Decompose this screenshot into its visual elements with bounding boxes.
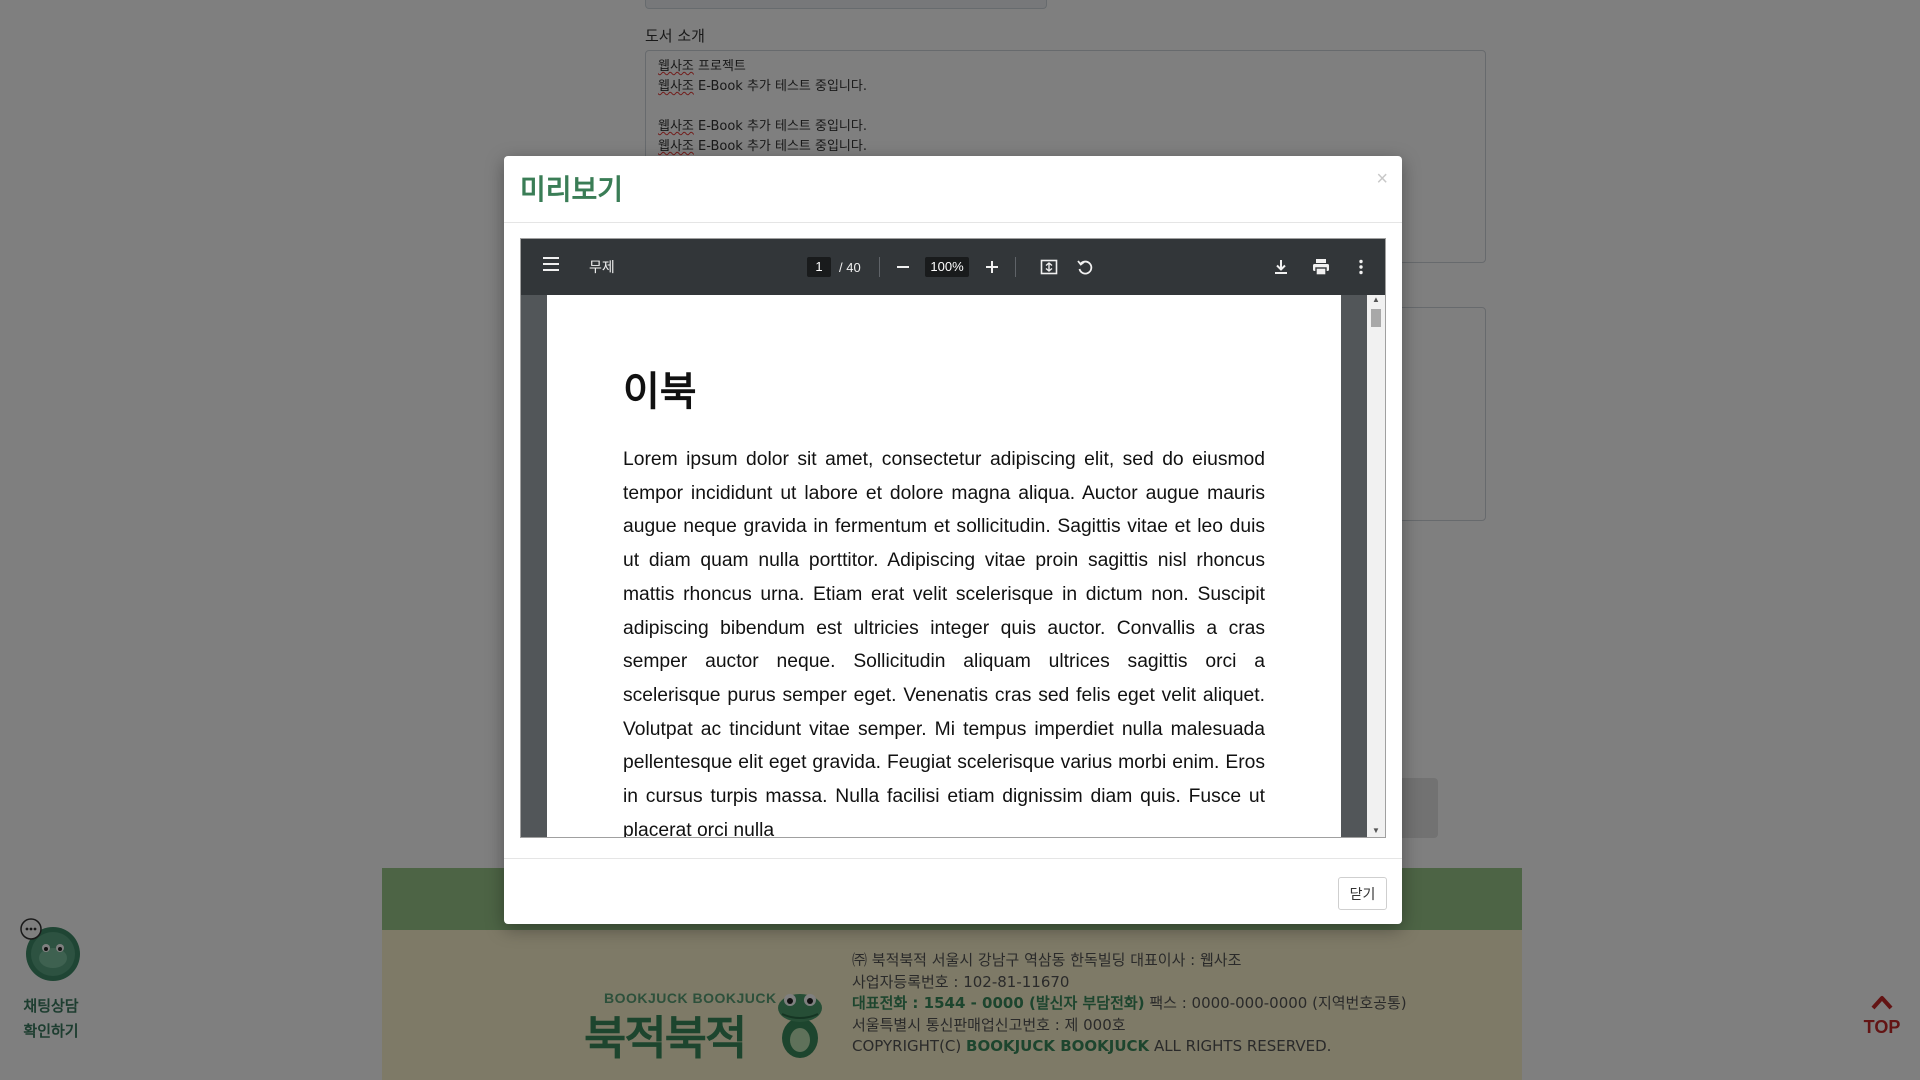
rotate-icon	[1077, 260, 1093, 275]
rotate-button[interactable]	[1071, 253, 1099, 281]
pdf-page-area[interactable]: 이북 Lorem ipsum dolor sit amet, consectet…	[521, 295, 1385, 837]
download-icon	[1275, 260, 1287, 274]
print-icon	[1313, 259, 1329, 276]
modal-title: 미리보기	[520, 173, 624, 206]
zoom-out-button[interactable]	[889, 253, 917, 281]
scrollbar-thumb[interactable]	[1371, 309, 1381, 327]
pdf-scrollbar[interactable]: ▲ ▼	[1367, 295, 1385, 837]
zoom-level-input[interactable]: 100%	[925, 257, 969, 277]
plus-icon	[986, 261, 998, 273]
page-indicator: 1 / 40	[807, 257, 861, 277]
more-vertical-icon	[1359, 259, 1363, 275]
download-button[interactable]	[1267, 253, 1295, 281]
modal-footer: 닫기	[504, 858, 1402, 925]
toolbar-divider	[879, 257, 880, 277]
modal-header: 미리보기 ×	[504, 156, 1402, 223]
menu-icon[interactable]	[543, 257, 559, 275]
document-paragraph: Lorem ipsum dolor sit amet, consectetur …	[623, 449, 1265, 838]
pdf-document-title: 무제	[589, 260, 615, 276]
fit-page-button[interactable]	[1035, 253, 1063, 281]
close-button[interactable]: 닫기	[1338, 877, 1387, 910]
total-pages: / 40	[839, 259, 861, 275]
close-icon[interactable]: ×	[1376, 168, 1388, 191]
page-number-input[interactable]: 1	[807, 257, 831, 277]
fit-page-icon	[1040, 259, 1058, 275]
more-options-button[interactable]	[1347, 253, 1375, 281]
document-heading: 이북	[623, 369, 697, 415]
scroll-down-arrow-icon[interactable]: ▼	[1372, 826, 1380, 835]
print-button[interactable]	[1307, 253, 1335, 281]
scroll-up-arrow-icon[interactable]: ▲	[1372, 295, 1380, 304]
minus-icon	[897, 266, 909, 268]
pdf-page: 이북 Lorem ipsum dolor sit amet, consectet…	[547, 295, 1341, 838]
zoom-in-button[interactable]	[978, 253, 1006, 281]
toolbar-divider	[1015, 257, 1016, 277]
pdf-viewer[interactable]: 무제 1 / 40 100% 이북 Lorem ipsum dolor sit …	[520, 238, 1386, 838]
preview-modal: 미리보기 × 무제 1 / 40 100% 이북 Lorem ipsum dol…	[504, 156, 1402, 924]
pdf-toolbar: 무제 1 / 40 100%	[521, 239, 1385, 295]
